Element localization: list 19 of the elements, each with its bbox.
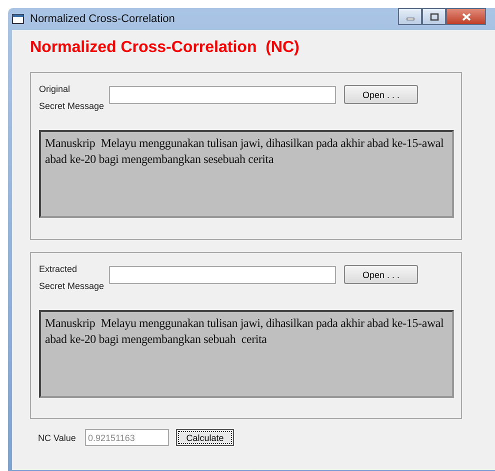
open-button[interactable]: Open . . .: [344, 85, 418, 104]
maximize-icon: [430, 12, 438, 20]
nc-value-label: NC Value: [38, 432, 77, 442]
minimize-button[interactable]: [398, 8, 422, 25]
field-label: Secret Message: [39, 100, 106, 113]
field-label: Extracted: [39, 263, 78, 276]
close-icon: [462, 12, 470, 20]
maximize-button[interactable]: [422, 8, 446, 25]
message-text-area[interactable]: Manuskrip Melayu menggunakan tulisan jawi, dihasilkan pada akhir abad ke-15-awal abad ke-20 bagi mengembangkan sesebuah cerita: [39, 130, 454, 218]
field-label: Secret Message: [39, 280, 106, 293]
open-button[interactable]: Open . . .: [344, 265, 418, 284]
file-path-field[interactable]: [109, 266, 336, 284]
window-title: Normalized Cross-Correlation: [30, 13, 175, 25]
close-button[interactable]: [446, 8, 486, 25]
file-path-field[interactable]: [109, 86, 336, 104]
field-label: Original: [39, 83, 72, 96]
page-heading: Normalized Cross-Correlation (NC): [30, 38, 300, 58]
window-icon: [12, 14, 24, 24]
message-text-area[interactable]: Manuskrip Melayu menggunakan tulisan jawi, dihasilkan pada akhir abad ke-15-awal abad ke-20 bagi mengembangkan sebuah cerita: [39, 310, 454, 398]
